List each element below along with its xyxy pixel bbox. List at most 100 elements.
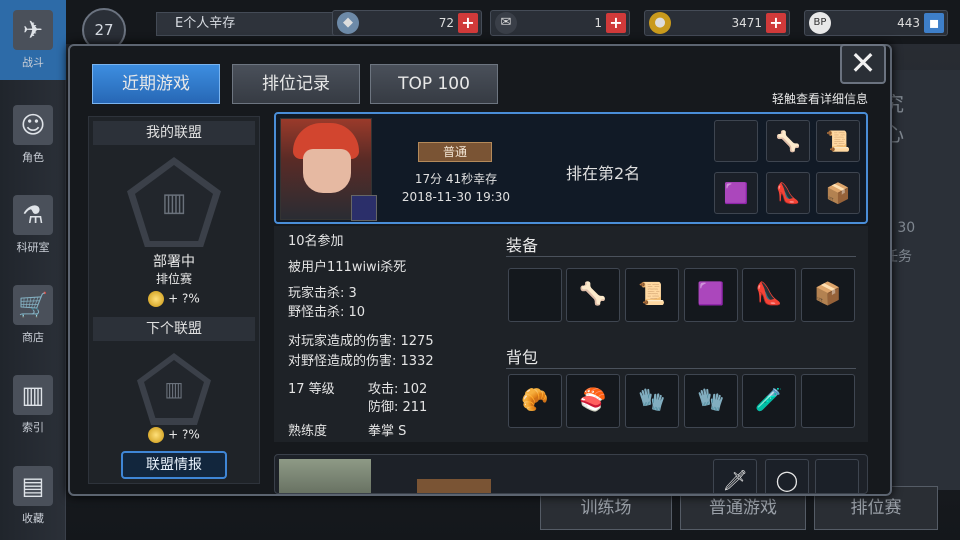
bag-slot[interactable]: 🍣	[566, 374, 620, 428]
next-alliance-bonus: + ?%	[89, 427, 259, 443]
alliance-bonus: + ?%	[89, 291, 259, 307]
bp-info-button[interactable]: ▪	[924, 13, 944, 33]
bag-slot[interactable]: 🧤	[625, 374, 679, 428]
nav-shop[interactable]: 🛒 商店	[0, 275, 66, 355]
nav-lab[interactable]: ⚗ 科研室	[0, 185, 66, 265]
nav-label: 索引	[22, 421, 44, 434]
equipment-slot[interactable]: 🦴	[566, 268, 620, 322]
nav-label: 收藏	[22, 512, 44, 525]
nav-character[interactable]: ☺ 角色	[0, 95, 66, 175]
nav-collection[interactable]: ▤ 收藏	[0, 456, 66, 536]
book-open-icon: ▤	[13, 466, 53, 506]
close-icon: ✕	[849, 44, 877, 82]
ticket-icon: ✉	[495, 12, 517, 34]
weapon-thumbnail-icon	[351, 195, 377, 221]
nav-index[interactable]: ▥ 索引	[0, 365, 66, 445]
resource-bp: BP 443 ▪	[804, 10, 948, 36]
bag-divider	[506, 368, 856, 369]
card-item-slot	[815, 459, 859, 493]
tab-recent-games[interactable]: 近期游戏	[92, 64, 220, 104]
gold-coin-icon	[148, 291, 165, 307]
add-gold-button[interactable]: +	[766, 13, 786, 33]
card-item-slot	[714, 120, 758, 162]
nav-label: 角色	[22, 151, 44, 164]
bag-slot[interactable]	[801, 374, 855, 428]
recent-game-card[interactable]: 普通 17分 41秒幸存 2018-11-30 19:30 排在第2名 🦴 📜 …	[274, 112, 868, 224]
equipment-slot[interactable]: 👠	[742, 268, 796, 322]
card-item-slot: 🟪	[714, 172, 758, 214]
nav-battle[interactable]: ✈ 战斗	[0, 0, 66, 80]
card-item-slot: 👠	[766, 172, 810, 214]
equipment-slot[interactable]	[508, 268, 562, 322]
next-alliance-emblem: ▥	[137, 353, 211, 425]
nav-label: 科研室	[16, 241, 50, 254]
gold-coin-icon: ●	[649, 12, 671, 34]
character-portrait	[279, 459, 371, 493]
game-datetime: 2018-11-30 19:30	[401, 190, 511, 204]
proficiency-label: 熟练度	[288, 424, 328, 439]
wolf-cage-icon: ▥	[135, 165, 213, 241]
crossed-guns-icon: ✈	[13, 10, 53, 50]
bag-slot[interactable]: 🥐	[508, 374, 562, 428]
game-history-modal: 近期游戏 排位记录 TOP 100 轻触查看详细信息 我的联盟 ▥ 部署中 排位…	[68, 44, 892, 496]
flask-icon: ⚗	[13, 195, 53, 235]
player-damage: 对玩家造成的伤害: 1275	[288, 334, 434, 349]
resource-value: 1	[594, 16, 602, 30]
resource-value: 3471	[731, 16, 762, 30]
my-alliance-title: 我的联盟	[93, 121, 255, 145]
alliance-status: 部署中	[153, 254, 195, 270]
game-details: 10名参加 被用户111wiwi杀死 玩家击杀: 3 野怪击杀: 10 对玩家造…	[274, 226, 868, 442]
killed-by: 被用户111wiwi杀死	[288, 260, 407, 275]
cart-icon: 🛒	[13, 285, 53, 325]
game-mode-badge	[417, 479, 491, 493]
tap-hint: 轻触查看详细信息	[771, 92, 868, 106]
character-portrait	[280, 118, 377, 221]
resource-crystal: ◆ 72 +	[332, 10, 482, 36]
card-item-slot: 🗡	[713, 459, 757, 493]
close-button[interactable]: ✕	[840, 44, 886, 84]
alliance-emblem: ▥	[127, 157, 221, 247]
nav-label: 战斗	[22, 56, 44, 69]
attack-stat: 攻击: 102	[368, 382, 428, 397]
tab-rank-records[interactable]: 排位记录	[232, 64, 360, 104]
resource-value: 443	[897, 16, 920, 30]
wolf-cage-icon: ▥	[144, 360, 204, 418]
card-item-slot: 🦴	[766, 120, 810, 162]
bag-title: 背包	[506, 348, 539, 367]
game-mode-badge: 普通	[418, 142, 492, 162]
player-kills: 玩家击杀: 3	[288, 286, 357, 301]
placement-text: 排在第2名	[566, 164, 641, 183]
add-crystal-button[interactable]: +	[458, 13, 478, 33]
equipment-title: 装备	[506, 236, 539, 255]
alliance-panel: 我的联盟 ▥ 部署中 排位赛 + ?% 下个联盟 ▥ + ?% 联盟情报	[88, 116, 260, 484]
survival-time: 17分 41秒幸存	[414, 172, 498, 186]
equipment-slot[interactable]: 📦	[801, 268, 855, 322]
equipment-divider	[506, 256, 856, 257]
resource-ticket: ✉ 1 +	[490, 10, 630, 36]
bp-badge-icon: BP	[809, 12, 831, 34]
equipment-slot[interactable]: 📜	[625, 268, 679, 322]
bag-slot[interactable]: 🧪	[742, 374, 796, 428]
top-bar: 27 E个人辛存 ◆ 72 + ✉ 1 + ● 3471 + BP 443 ▪	[66, 0, 960, 52]
game-screen: ✈ 战斗 ☺ 角色 ⚗ 科研室 🛒 商店 ▥ 索引 ▤ 收藏 27 E个人辛存 …	[0, 0, 960, 540]
nav-label: 商店	[22, 331, 44, 344]
card-item-slot: ◯	[765, 459, 809, 493]
recent-game-card[interactable]: 🗡 ◯	[274, 454, 868, 494]
monster-damage: 对野怪造成的伤害: 1332	[288, 354, 434, 369]
alliance-mode: 排位赛	[155, 272, 192, 286]
alliance-info-button[interactable]: 联盟情报	[121, 451, 227, 479]
add-ticket-button[interactable]: +	[606, 13, 626, 33]
player-name: E个人辛存	[156, 12, 336, 36]
side-navigation: ✈ 战斗 ☺ 角色 ⚗ 科研室 🛒 商店 ▥ 索引 ▤ 收藏	[0, 0, 66, 540]
character-level: 17 等级	[288, 382, 335, 397]
crystal-icon: ◆	[337, 12, 359, 34]
bag-slot[interactable]: 🧤	[684, 374, 738, 428]
resource-gold: ● 3471 +	[644, 10, 790, 36]
next-alliance-title: 下个联盟	[93, 317, 255, 341]
background-panel: 究 心 7 30 任务	[880, 70, 960, 490]
portrait-face	[303, 149, 351, 193]
resource-value: 72	[438, 16, 454, 30]
monster-kills: 野怪击杀: 10	[288, 305, 366, 320]
tab-top-100[interactable]: TOP 100	[370, 64, 498, 104]
equipment-slot[interactable]: 🟪	[684, 268, 738, 322]
